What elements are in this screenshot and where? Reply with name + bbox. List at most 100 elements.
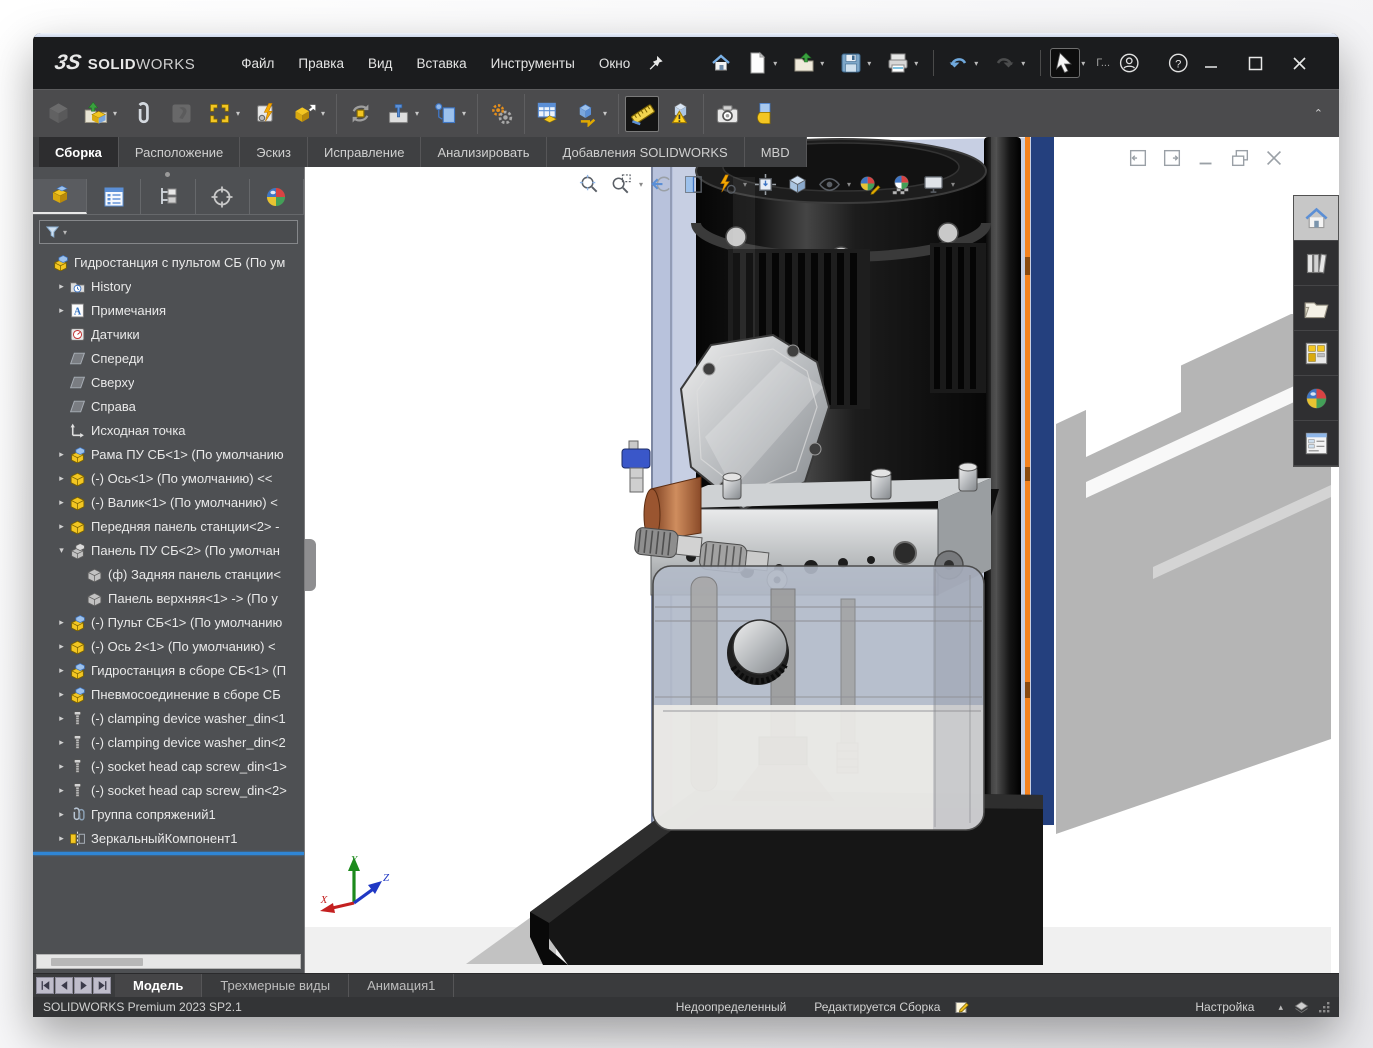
filter-input[interactable] <box>67 224 292 240</box>
panel-splitter-handle[interactable] <box>305 539 316 591</box>
expand-arrow[interactable]: ▾ <box>54 545 69 556</box>
bottom-tab-Анимация1[interactable]: Анимация1 <box>349 974 454 997</box>
tree-item[interactable]: Сверху <box>33 370 304 394</box>
select-arrow-dropdown-caret[interactable]: ▾ <box>1081 59 1091 68</box>
reference-geometry-button[interactable] <box>428 96 462 132</box>
tree-item[interactable]: ▸ЗеркальныйКомпонент1 <box>33 826 304 850</box>
taskpane-file-explorer-button[interactable] <box>1294 286 1338 331</box>
panel-tab-property-manager[interactable] <box>87 179 141 214</box>
expand-arrow[interactable]: ▸ <box>54 833 69 844</box>
panel-tab-configuration-manager[interactable] <box>141 179 195 214</box>
minimize-button[interactable] <box>1189 46 1233 80</box>
assembly-features-button[interactable] <box>381 96 415 132</box>
bill-of-materials-button[interactable] <box>531 96 565 132</box>
reference-geometry-dropdown-caret[interactable]: ▾ <box>462 109 471 118</box>
undo-dropdown-caret[interactable]: ▾ <box>974 59 984 68</box>
smart-components-button[interactable] <box>249 96 283 132</box>
maximize-button[interactable] <box>1233 46 1277 80</box>
minimize-doc-button[interactable] <box>1189 145 1223 171</box>
tree-item[interactable]: ▸History <box>33 274 304 298</box>
tree-item[interactable]: Датчики <box>33 322 304 346</box>
tree-item[interactable]: Гидростанция с пультом СБ (По ум <box>33 250 304 274</box>
bottom-tab-Трехмерные виды[interactable]: Трехмерные виды <box>202 974 349 997</box>
help-icon[interactable]: ? <box>1167 50 1189 76</box>
tree-item[interactable]: ▸Группа сопряжений1 <box>33 802 304 826</box>
close-doc-button[interactable] <box>1257 145 1291 171</box>
motion-study-button[interactable] <box>484 96 518 132</box>
tree-item[interactable]: ▾Панель ПУ СБ<2> (По умолчан <box>33 538 304 562</box>
tree-item[interactable]: ▸Рама ПУ СБ<1> (По умолчанию <box>33 442 304 466</box>
tab-Сборка[interactable]: Сборка <box>39 137 119 167</box>
expand-arrow[interactable]: ▸ <box>54 617 69 628</box>
menu-Инструменты[interactable]: Инструменты <box>479 50 587 77</box>
tab-Расположение[interactable]: Расположение <box>119 137 240 167</box>
move-component-button[interactable] <box>287 96 321 132</box>
print-button[interactable] <box>883 48 913 78</box>
exploded-view-button[interactable] <box>569 96 603 132</box>
tree-item[interactable]: ▸Передняя панель станции<2> - <box>33 514 304 538</box>
tab-Добавления SOLIDWORKS[interactable]: Добавления SOLIDWORKS <box>547 137 745 167</box>
sheet-nav-next-button[interactable] <box>74 977 92 994</box>
smart-fasteners-button[interactable] <box>164 96 198 132</box>
resize-grip[interactable] <box>1318 1001 1331 1014</box>
taskpane-appearances-scenes-button[interactable] <box>1294 376 1338 421</box>
expand-arrow[interactable]: ▸ <box>54 737 69 748</box>
pin-menu-icon[interactable] <box>646 52 665 74</box>
expand-arrow[interactable]: ▸ <box>54 785 69 796</box>
take-snapshot-button[interactable] <box>710 96 744 132</box>
mate-button[interactable] <box>126 96 160 132</box>
panel-grip[interactable] <box>165 172 170 177</box>
view-settings-caret[interactable]: ▾ <box>951 180 955 189</box>
tree-item[interactable]: ▸(-) socket head cap screw_din<2> <box>33 778 304 802</box>
tree-item[interactable]: ▸AПримечания <box>33 298 304 322</box>
taskpane-view-palette-button[interactable] <box>1294 331 1338 376</box>
oil-tank[interactable] <box>653 566 984 830</box>
home-button[interactable] <box>706 48 736 78</box>
view-settings-button[interactable] <box>917 169 949 199</box>
new-file-dropdown-caret[interactable]: ▾ <box>773 59 783 68</box>
undo-button[interactable] <box>943 48 973 78</box>
expand-arrow[interactable]: ▸ <box>54 473 69 484</box>
redo-button[interactable] <box>990 48 1020 78</box>
tree-item[interactable]: ▸(-) socket head cap screw_din<1> <box>33 754 304 778</box>
expand-arrow[interactable]: ▸ <box>54 713 69 724</box>
sheet-nav-last-button[interactable] <box>93 977 111 994</box>
tree-filter[interactable]: ▾ <box>39 220 298 244</box>
sheet-nav-first-button[interactable] <box>36 977 54 994</box>
tab-MBD[interactable]: MBD <box>745 137 807 167</box>
select-arrow-button[interactable] <box>1050 48 1080 78</box>
insert-components-dropdown-caret[interactable]: ▾ <box>113 109 122 118</box>
tree-item[interactable]: ▸(-) Ось 2<1> (По умолчанию) < <box>33 634 304 658</box>
taskpane-custom-properties-button[interactable] <box>1294 421 1338 466</box>
menu-Файл[interactable]: Файл <box>229 50 286 77</box>
open-file-dropdown-caret[interactable]: ▾ <box>820 59 830 68</box>
show-hidden-components-button[interactable] <box>343 96 377 132</box>
expand-arrow[interactable]: ▸ <box>54 665 69 676</box>
pane-left-button[interactable] <box>1121 145 1155 171</box>
tree-item[interactable]: Панель верхняя<1> -> (По у <box>33 586 304 610</box>
open-file-button[interactable] <box>789 48 819 78</box>
zoom-to-area-button[interactable] <box>605 169 637 199</box>
tab-Исправление[interactable]: Исправление <box>308 137 421 167</box>
zoom-to-area-caret[interactable]: ▾ <box>639 180 643 189</box>
tree-horizontal-scrollbar[interactable] <box>36 954 301 969</box>
account-icon[interactable] <box>1118 50 1140 76</box>
linear-component-pattern-button[interactable] <box>202 96 236 132</box>
tree-item[interactable]: ▸(-) clamping device washer_din<2 <box>33 730 304 754</box>
menu-Правка[interactable]: Правка <box>286 50 356 77</box>
panel-tab-features-tree[interactable] <box>33 179 87 214</box>
tree-item[interactable]: (ф) Задняя панель станции< <box>33 562 304 586</box>
taskpane-home-button[interactable] <box>1294 196 1338 241</box>
expand-arrow[interactable]: ▸ <box>54 641 69 652</box>
view-orientation-button[interactable] <box>749 169 781 199</box>
insert-components-button[interactable] <box>79 96 113 132</box>
tab-Анализировать[interactable]: Анализировать <box>421 137 546 167</box>
tab-Эскиз[interactable]: Эскиз <box>240 137 308 167</box>
section-view-button[interactable] <box>677 169 709 199</box>
tree-item[interactable]: Спереди <box>33 346 304 370</box>
previous-view-button[interactable] <box>645 169 677 199</box>
apply-scene-button[interactable] <box>885 169 917 199</box>
edit-sheet-icon[interactable] <box>954 999 971 1015</box>
section-view-button[interactable] <box>748 96 782 132</box>
bottom-tab-Модель[interactable]: Модель <box>115 974 202 997</box>
